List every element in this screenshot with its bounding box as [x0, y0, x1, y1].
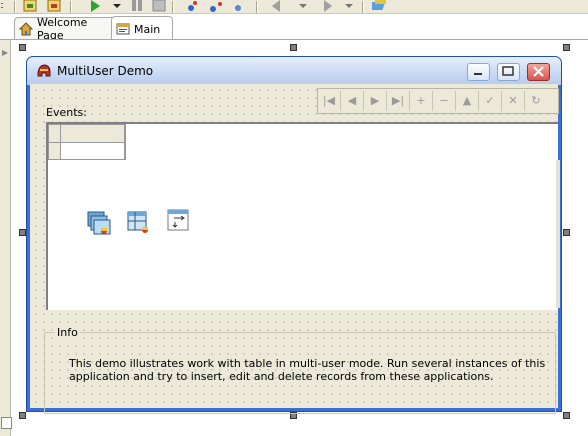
forward-dropdown-icon[interactable] — [344, 0, 354, 13]
info-text: This demo illustrates work with table in… — [69, 357, 546, 383]
left-gutter — [0, 40, 12, 436]
run-dropdown-icon[interactable] — [112, 0, 122, 13]
selection-handle[interactable] — [19, 412, 26, 419]
gutter-scroll-box[interactable] — [1, 417, 12, 429]
gutter-arrow-icon[interactable] — [0, 46, 10, 56]
nav-cancel-icon[interactable]: ✕ — [502, 91, 525, 111]
nav-prior-icon[interactable]: ◀ — [341, 91, 364, 111]
tab-welcome-page[interactable]: Welcome Page — [14, 16, 122, 42]
step-over-icon[interactable] — [208, 0, 224, 13]
nav-refresh-icon[interactable]: ↻ — [525, 91, 547, 111]
app-helmet-icon — [36, 63, 52, 79]
selection-handle[interactable] — [290, 44, 297, 51]
toolbar-separator — [256, 1, 258, 13]
form-title: MultiUser Demo — [57, 64, 154, 78]
datasource-component-icon[interactable] — [166, 208, 192, 234]
info-title: Info — [55, 326, 80, 339]
save-all-icon[interactable] — [46, 0, 62, 13]
grid-corner-cell — [49, 125, 61, 143]
toolbar-separator — [172, 1, 174, 13]
home-icon — [18, 22, 34, 36]
open-icon[interactable] — [22, 0, 38, 13]
selection-handle[interactable] — [563, 412, 570, 419]
selection-handle[interactable] — [563, 229, 570, 236]
form-client-area: Events: |◀ ◀ ▶ ▶| + − ▲ ✓ ✕ ↻ Info This … — [30, 84, 560, 414]
form-window[interactable]: MultiUser Demo Events: |◀ ◀ ▶ ▶| + − ▲ ✓… — [26, 56, 562, 414]
run-icon[interactable] — [88, 0, 102, 13]
selection-handle[interactable] — [19, 229, 26, 236]
grid-cell[interactable] — [61, 143, 125, 160]
back-icon[interactable] — [270, 0, 286, 13]
grid-row-indicator — [49, 143, 61, 160]
close-button[interactable] — [527, 63, 550, 81]
maximize-button[interactable] — [497, 63, 520, 81]
db-navigator[interactable]: |◀ ◀ ▶ ▶| + − ▲ ✓ ✕ ↻ — [317, 88, 559, 114]
minimize-button[interactable] — [467, 63, 490, 81]
database-component-icon[interactable] — [86, 210, 112, 236]
back-dropdown-icon[interactable] — [298, 0, 308, 13]
form-icon — [116, 22, 130, 36]
nav-edit-icon[interactable]: ▲ — [456, 91, 479, 111]
tab-main[interactable]: Main — [111, 16, 173, 41]
selection-handle[interactable] — [19, 44, 26, 51]
ide-toolbar — [0, 0, 588, 14]
selection-handle[interactable] — [563, 44, 570, 51]
nav-first-icon[interactable]: |◀ — [318, 91, 341, 111]
toolbar-separator — [70, 1, 72, 13]
events-label: Events: — [46, 106, 87, 119]
grid-scrollbar[interactable] — [556, 160, 560, 308]
tab-label: Main — [134, 22, 161, 36]
grid-header — [48, 124, 126, 160]
nav-post-icon[interactable]: ✓ — [479, 91, 502, 111]
toolbar-separator — [362, 1, 364, 13]
step-into-icon[interactable] — [186, 0, 200, 13]
stop-icon[interactable] — [152, 0, 166, 13]
form-titlebar[interactable]: MultiUser Demo — [27, 57, 561, 85]
table-component-icon[interactable] — [126, 210, 152, 236]
tab-strip: Welcome Page Main — [0, 14, 588, 42]
grid-column-header[interactable] — [61, 125, 125, 143]
nav-delete-icon[interactable]: − — [433, 91, 456, 111]
nav-insert-icon[interactable]: + — [410, 91, 433, 111]
pause-icon[interactable] — [130, 0, 144, 13]
toolbar-grip — [0, 0, 4, 13]
nav-last-icon[interactable]: ▶| — [387, 91, 410, 111]
toolbar-separator — [14, 1, 16, 13]
events-grid[interactable] — [46, 122, 560, 310]
forward-icon[interactable] — [318, 0, 334, 13]
info-groupbox: Info This demo illustrates work with tab… — [44, 326, 556, 414]
nav-next-icon[interactable]: ▶ — [364, 91, 387, 111]
trace-icon[interactable] — [232, 0, 246, 13]
help-books-icon[interactable] — [369, 0, 388, 13]
